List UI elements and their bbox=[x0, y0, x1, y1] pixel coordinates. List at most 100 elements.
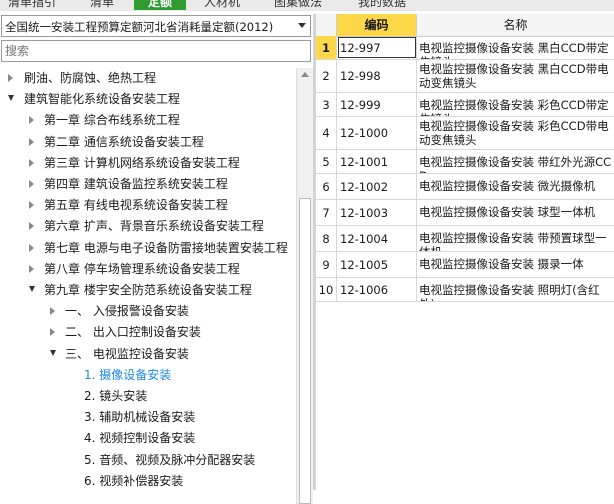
tree-scrollbar[interactable] bbox=[296, 68, 313, 504]
tree-node[interactable]: 第四章 建筑设备监控系统安装工程 bbox=[0, 174, 296, 194]
code-cell[interactable]: 12-1003 bbox=[337, 200, 417, 225]
tree-node-label: 第四章 建筑设备监控系统安装工程 bbox=[44, 177, 228, 191]
tree-node[interactable]: 第六章 扩声、背景音乐系统设备安装工程 bbox=[0, 216, 296, 236]
collapsed-triangle-icon[interactable] bbox=[29, 180, 34, 188]
tree-node-label: 第八章 停车场管理系统设备安装工程 bbox=[44, 261, 240, 276]
expanded-triangle-icon[interactable] bbox=[8, 95, 14, 102]
collapsed-triangle-icon[interactable] bbox=[50, 307, 55, 316]
row-number[interactable]: 3 bbox=[316, 93, 337, 116]
tree-node[interactable]: 第三章 计算机网络系统设备安装工程 bbox=[0, 153, 296, 173]
tree-node[interactable]: 三、 电视监控设备安装 bbox=[0, 344, 296, 364]
row-number-header bbox=[316, 14, 337, 36]
tab-quota[interactable]: 定额 bbox=[134, 0, 186, 10]
name-cell[interactable]: 电视监控摄像设备安装 照明灯(含红外) bbox=[417, 278, 614, 301]
row-number[interactable]: 2 bbox=[316, 60, 337, 92]
tree-node[interactable]: 第七章 电源与电子设备防雷接地装置安装工程 bbox=[0, 238, 296, 258]
name-cell[interactable]: 电视监控摄像设备安装 黑白CCD带电动变焦镜头 bbox=[417, 60, 614, 92]
table-row[interactable]: 7 12-1003 电视监控摄像设备安装 球型一体机 bbox=[316, 200, 614, 226]
tree-node-label: 第九章 楼宇安全防范系统设备安装工程 bbox=[44, 283, 252, 297]
collapsed-triangle-icon[interactable] bbox=[50, 328, 55, 337]
name-cell[interactable]: 电视监控摄像设备安装 彩色CCD带定焦镜头 bbox=[417, 93, 614, 116]
expanded-triangle-icon[interactable] bbox=[29, 286, 35, 292]
code-cell[interactable]: 12-1004 bbox=[337, 226, 417, 251]
chevron-down-icon bbox=[298, 23, 306, 28]
collapsed-triangle-icon[interactable] bbox=[29, 222, 34, 231]
code-cell[interactable]: 12-1005 bbox=[337, 252, 417, 277]
table-row[interactable]: 6 12-1002 电视监控摄像设备安装 微光摄像机 bbox=[316, 174, 614, 200]
tree-node[interactable]: 一、 入侵报警设备安装 bbox=[0, 301, 296, 321]
name-cell[interactable]: 电视监控摄像设备安装 带预置球型一体机 bbox=[417, 226, 614, 251]
row-number[interactable]: 7 bbox=[316, 200, 337, 225]
tree-node[interactable]: 第五章 有线电视系统设备安装工程 bbox=[0, 195, 296, 215]
row-number[interactable]: 6 bbox=[316, 174, 337, 199]
tree-node[interactable]: 建筑智能化系统设备安装工程 bbox=[0, 89, 296, 109]
table-row[interactable]: 9 12-1005 电视监控摄像设备安装 摄录一体 bbox=[316, 252, 614, 278]
tree-node[interactable]: 第二章 通信系统设备安装工程 bbox=[0, 132, 296, 152]
table-row[interactable]: 4 12-1000 电视监控摄像设备安装 彩色CCD带电动变焦镜头 bbox=[316, 117, 614, 150]
code-column-header[interactable]: 编码 bbox=[337, 14, 417, 36]
code-cell[interactable]: 12-1006 bbox=[337, 278, 417, 301]
table-row[interactable]: 812-1004电视监控摄像设备安装 带预置球型一体机 bbox=[316, 226, 614, 252]
code-cell[interactable]: 12-1002 bbox=[337, 174, 417, 199]
tree-node[interactable]: 3. 辅助机械设备安装 bbox=[0, 407, 296, 427]
name-cell[interactable]: 电视监控摄像设备安装 微光摄像机 bbox=[417, 174, 614, 199]
table-row[interactable]: 112-997电视监控摄像设备安装 黑白CCD带定焦镜头 bbox=[316, 36, 614, 60]
code-cell[interactable]: 12-997 bbox=[337, 36, 417, 59]
name-cell[interactable]: 电视监控摄像设备安装 球型一体机 bbox=[417, 200, 614, 225]
collapsed-triangle-icon[interactable] bbox=[29, 158, 34, 167]
table-row[interactable]: 512-1001电视监控摄像设备安装 带红外光源CCD bbox=[316, 150, 614, 174]
tree-node[interactable]: 第八章 停车场管理系统设备安装工程 bbox=[0, 259, 296, 279]
tab-my-data[interactable]: 我的数据 bbox=[346, 0, 418, 10]
tree-node-label: 1. 摄像设备安装 bbox=[84, 367, 172, 382]
tree-node-label: 第二章 通信系统设备安装工程 bbox=[44, 134, 204, 149]
code-cell[interactable]: 12-1001 bbox=[337, 150, 417, 173]
name-cell[interactable]: 电视监控摄像设备安装 黑白CCD带定焦镜头 bbox=[417, 36, 614, 59]
name-cell[interactable]: 电视监控摄像设备安装 摄录一体 bbox=[417, 252, 614, 277]
quota-library-select[interactable]: 全国统一安装工程预算定额河北省消耗量定额(2012) bbox=[1, 15, 311, 37]
quota-grid: 编码 名称 112-997电视监控摄像设备安装 黑白CCD带定焦镜头212-99… bbox=[316, 14, 614, 490]
collapsed-triangle-icon[interactable] bbox=[29, 137, 34, 146]
collapsed-triangle-icon[interactable] bbox=[8, 74, 13, 82]
code-cell[interactable]: 12-998 bbox=[337, 60, 417, 92]
collapsed-triangle-icon[interactable] bbox=[29, 116, 34, 125]
tree-node[interactable]: 刷油、防腐蚀、绝热工程 bbox=[0, 68, 296, 88]
tree-node[interactable]: 2. 镜头安装 bbox=[0, 386, 296, 406]
tab-bar: 清单指引 清单 定额 人材机 图集做法 我的数据 bbox=[0, 0, 614, 11]
tab-bill[interactable]: 清单 bbox=[80, 0, 124, 10]
collapsed-triangle-icon[interactable] bbox=[29, 201, 34, 210]
row-number[interactable]: 10 bbox=[316, 278, 337, 301]
row-number[interactable]: 1 bbox=[316, 36, 337, 59]
row-number[interactable]: 4 bbox=[316, 117, 337, 149]
table-row[interactable]: 312-999电视监控摄像设备安装 彩色CCD带定焦镜头 bbox=[316, 93, 614, 117]
table-row[interactable]: 1012-1006电视监控摄像设备安装 照明灯(含红外) bbox=[316, 278, 614, 302]
row-number[interactable]: 8 bbox=[316, 226, 337, 251]
row-number[interactable]: 9 bbox=[316, 252, 337, 277]
row-number[interactable]: 5 bbox=[316, 150, 337, 173]
name-cell[interactable]: 电视监控摄像设备安装 彩色CCD带电动变焦镜头 bbox=[417, 117, 614, 149]
tree-node-label: 2. 镜头安装 bbox=[84, 389, 148, 403]
scroll-up-icon[interactable] bbox=[301, 72, 309, 77]
tree-node[interactable]: 二、 出入口控制设备安装 bbox=[0, 322, 296, 342]
tree-node[interactable]: 1. 摄像设备安装 bbox=[0, 365, 296, 385]
code-cell[interactable]: 12-1000 bbox=[337, 117, 417, 149]
collapsed-triangle-icon[interactable] bbox=[29, 243, 34, 252]
tree-node[interactable]: 5. 音频、视频及脉冲分配器安装 bbox=[0, 450, 296, 470]
tab-bill-guide[interactable]: 清单指引 bbox=[2, 0, 62, 10]
tree-node-label: 5. 音频、视频及脉冲分配器安装 bbox=[84, 452, 256, 467]
scrollbar-thumb[interactable] bbox=[299, 198, 311, 504]
tree-node[interactable]: 4. 视频控制设备安装 bbox=[0, 428, 296, 448]
name-cell[interactable]: 电视监控摄像设备安装 带红外光源CCD bbox=[417, 150, 614, 173]
tree-node[interactable]: 第九章 楼宇安全防范系统设备安装工程 bbox=[0, 280, 296, 300]
tree-node[interactable]: 第一章 综合布线系统工程 bbox=[0, 110, 296, 130]
table-row[interactable]: 2 12-998 电视监控摄像设备安装 黑白CCD带电动变焦镜头 bbox=[316, 60, 614, 93]
tab-labor-material-machine[interactable]: 人材机 bbox=[196, 0, 248, 10]
collapsed-triangle-icon[interactable] bbox=[29, 264, 34, 273]
tree-node-label: 第五章 有线电视系统设备安装工程 bbox=[44, 198, 228, 213]
tab-atlas-method[interactable]: 图集做法 bbox=[262, 0, 334, 10]
tree-node[interactable]: 6. 视频补偿器安装 bbox=[0, 471, 296, 491]
name-column-header[interactable]: 名称 bbox=[417, 14, 614, 36]
search-input[interactable] bbox=[1, 40, 311, 62]
tree-node-label: 第六章 扩声、背景音乐系统设备安装工程 bbox=[44, 219, 264, 234]
expanded-triangle-icon[interactable] bbox=[50, 349, 56, 356]
code-cell[interactable]: 12-999 bbox=[337, 93, 417, 116]
